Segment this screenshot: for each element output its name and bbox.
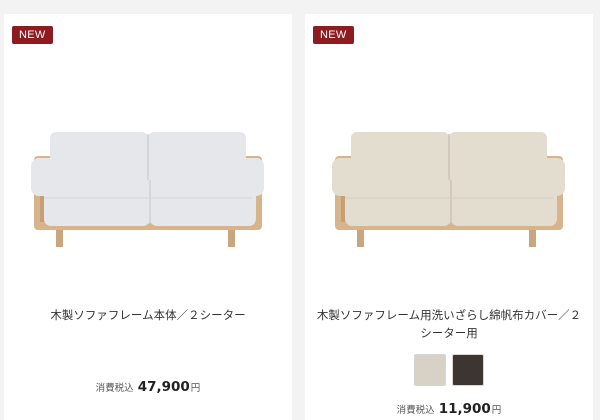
- tax-included-label: 消費税込: [95, 383, 134, 394]
- sofa-illustration: [31, 132, 264, 247]
- price-value: 11,900: [438, 401, 491, 417]
- product-name[interactable]: 木製ソファフレーム本体／２シーター: [14, 306, 282, 324]
- swatch-ecru[interactable]: [414, 354, 446, 386]
- price-row: 消費税込 47,900円: [4, 376, 292, 395]
- color-swatches: [305, 354, 593, 386]
- swatch-dark-brown[interactable]: [452, 354, 484, 386]
- new-badge: NEW: [313, 26, 354, 44]
- product-name[interactable]: 木製ソファフレーム用洗いざらし綿帆布カバー／２シーター用: [315, 306, 583, 342]
- product-image[interactable]: [305, 48, 593, 278]
- currency-label: 円: [190, 383, 201, 394]
- product-image[interactable]: [4, 48, 292, 278]
- tax-included-label: 消費税込: [396, 405, 435, 416]
- price-row: 消費税込 11,900円: [305, 398, 593, 417]
- currency-label: 円: [491, 405, 502, 416]
- product-card[interactable]: NEW 木製ソファフレーム本体／２シーター 消費税込 47,900円: [4, 14, 292, 420]
- new-badge: NEW: [12, 26, 53, 44]
- product-card[interactable]: NEW 木製ソファフレーム用洗いざらし綿帆布カバー／２シーター用 消費税込 11,…: [305, 14, 593, 420]
- sofa-illustration: [332, 132, 565, 247]
- price-value: 47,900: [137, 379, 190, 395]
